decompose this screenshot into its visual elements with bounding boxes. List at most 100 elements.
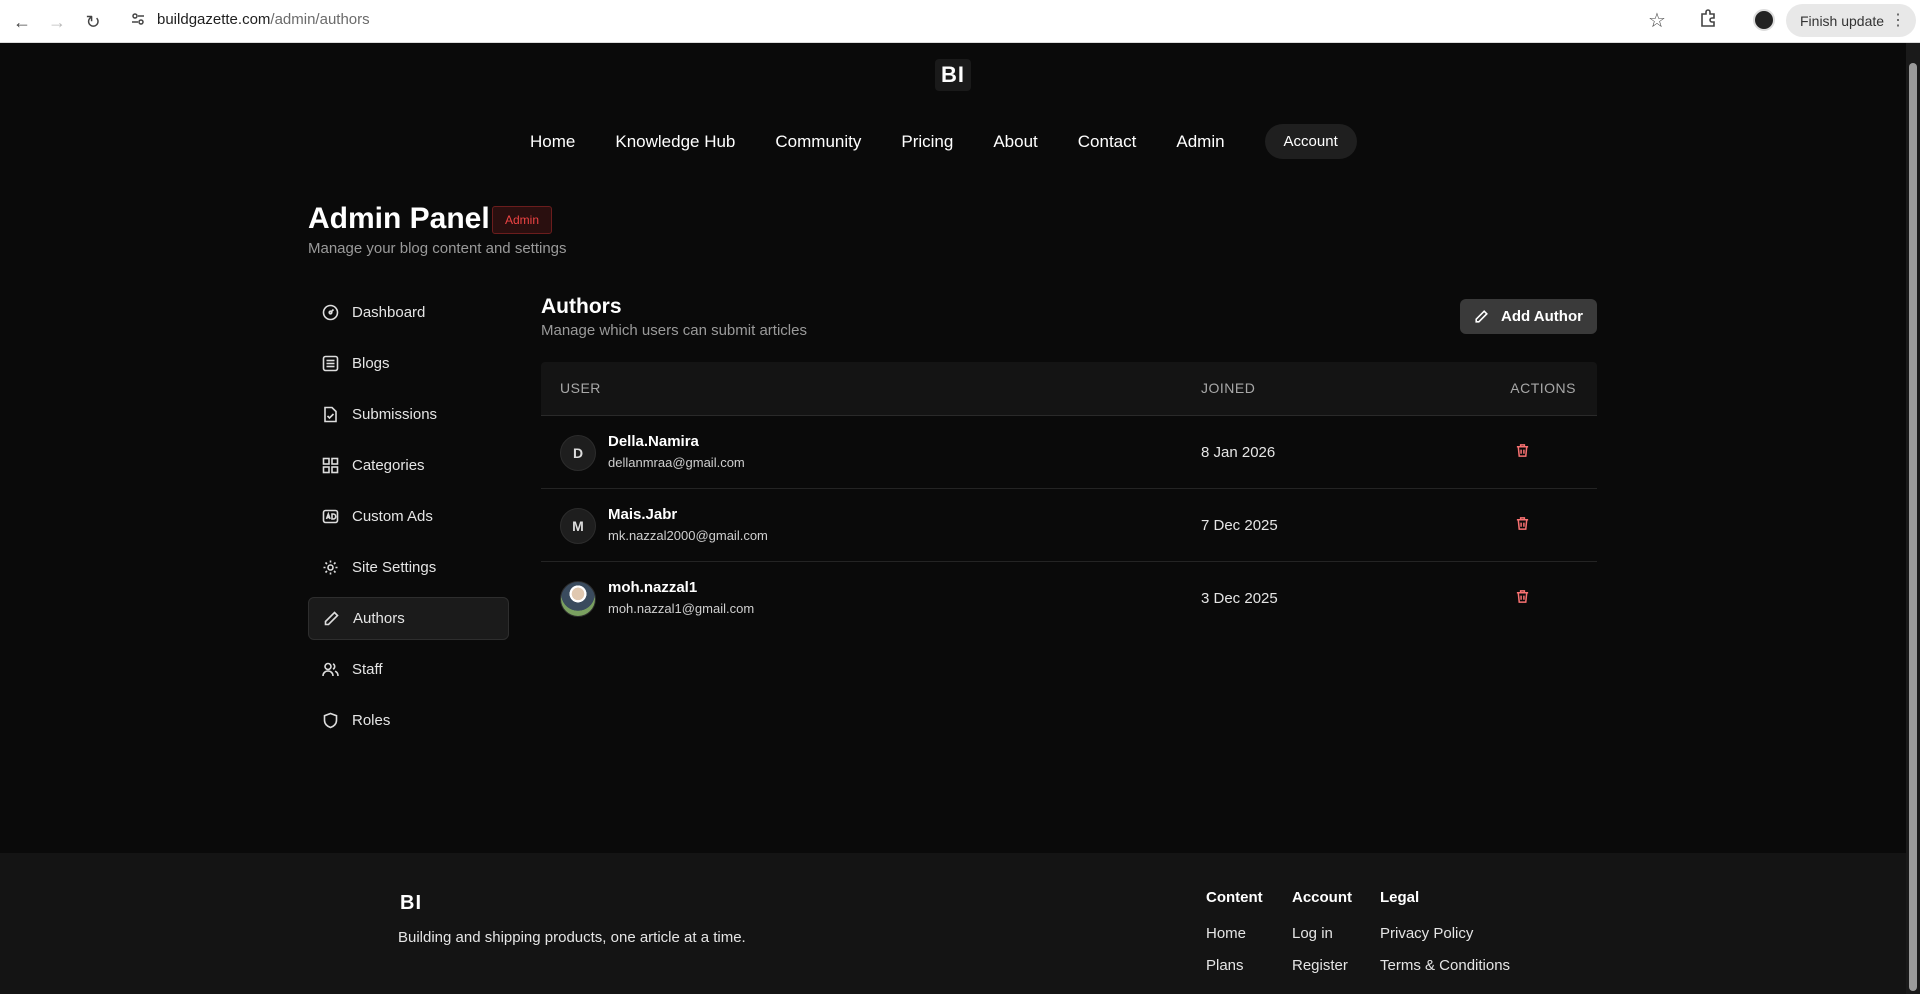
author-name: Mais.Jabr [608,506,678,523]
sidebar-item-categories[interactable]: Categories [308,444,509,487]
table-row: moh.nazzal1 moh.nazzal1@gmail.com 3 Dec … [541,562,1597,635]
sidebar-item-label: Submissions [352,406,438,423]
footer-link-home[interactable]: Home [1206,925,1263,942]
trash-icon [1515,589,1530,604]
footer-column-legal: Legal Privacy Policy Terms & Conditions [1380,889,1510,989]
bookmark-star-icon[interactable]: ☆ [1648,8,1666,33]
nav-admin[interactable]: Admin [1176,132,1224,152]
nav-home[interactable]: Home [530,132,575,152]
scrollbar-thumb[interactable] [1909,63,1917,991]
nav-pricing[interactable]: Pricing [901,132,953,152]
footer-column-account: Account Log in Register [1292,889,1352,989]
sidebar-item-label: Roles [352,712,391,729]
users-icon [322,661,339,678]
column-header-user: USER [560,380,601,396]
grid-icon [322,457,339,474]
author-joined-date: 7 Dec 2025 [1201,517,1278,534]
sidebar-item-label: Blogs [352,355,390,372]
author-email: moh.nazzal1@gmail.com [608,601,755,616]
pencil-icon [323,610,340,627]
delete-author-button[interactable] [1515,516,1530,531]
address-bar[interactable]: buildgazette.com/admin/authors [157,11,370,28]
footer-link-terms[interactable]: Terms & Conditions [1380,957,1510,974]
trash-icon [1515,516,1530,531]
footer-link-plans[interactable]: Plans [1206,957,1263,974]
nav-knowledge-hub[interactable]: Knowledge Hub [615,132,735,152]
reload-icon[interactable]: ↻ [80,9,106,35]
url-path: /admin/authors [270,11,370,28]
footer-link-register[interactable]: Register [1292,957,1352,974]
column-header-joined: JOINED [1201,380,1256,396]
footer-link-login[interactable]: Log in [1292,925,1352,942]
footer-logo[interactable]: BI [400,892,422,915]
author-name: Della.Namira [608,433,699,450]
site-logo[interactable]: BI [935,59,971,91]
avatar [560,581,596,617]
browser-toolbar: ← → ↻ buildgazette.com/admin/authors ☆ F… [0,0,1920,43]
site-footer: BI Building and shipping products, one a… [0,853,1906,994]
page-subtitle: Manage your blog content and settings [308,240,567,257]
sidebar-item-label: Staff [352,661,383,678]
authors-title: Authors [541,295,622,318]
nav-about[interactable]: About [993,132,1037,152]
sidebar-item-label: Dashboard [352,304,426,321]
footer-heading: Legal [1380,889,1420,906]
sidebar-item-roles[interactable]: Roles [308,699,509,742]
avatar: D [560,435,596,471]
ad-icon [322,508,339,525]
dashboard-icon [322,304,339,321]
sidebar-item-blogs[interactable]: Blogs [308,342,509,385]
page-title: Admin Panel [308,202,490,235]
nav-contact[interactable]: Contact [1078,132,1137,152]
sidebar-item-label: Site Settings [352,559,437,576]
footer-link-privacy[interactable]: Privacy Policy [1380,925,1510,942]
sidebar-item-authors[interactable]: Authors [308,597,509,640]
shield-icon [322,712,339,729]
back-icon[interactable]: ← [9,9,35,35]
trash-icon [1515,443,1530,458]
footer-tagline: Building and shipping products, one arti… [398,929,746,946]
role-badge: Admin [492,206,553,234]
admin-sidebar: Dashboard Blogs Submissions Categories C… [308,291,509,750]
sidebar-item-site-settings[interactable]: Site Settings [308,546,509,589]
sidebar-item-custom-ads[interactable]: Custom Ads [308,495,509,538]
sidebar-item-label: Authors [353,610,405,627]
footer-heading: Account [1292,889,1352,906]
nav-community[interactable]: Community [775,132,861,152]
table-header: USER JOINED ACTIONS [541,362,1597,416]
menu-dots-icon: ⋮ [1890,12,1906,29]
url-host: buildgazette.com [157,11,271,28]
author-name: moh.nazzal1 [608,579,698,596]
gear-icon [322,559,339,576]
delete-author-button[interactable] [1515,589,1530,604]
authors-table: USER JOINED ACTIONS D Della.Namira della… [541,362,1597,635]
pencil-icon [1474,309,1489,324]
add-author-label: Add Author [1501,308,1583,325]
sidebar-item-staff[interactable]: Staff [308,648,509,691]
sidebar-item-label: Custom Ads [352,508,433,525]
table-row: M Mais.Jabr mk.nazzal2000@gmail.com 7 De… [541,489,1597,562]
file-check-icon [322,406,339,423]
site-info-icon[interactable] [127,8,149,30]
sidebar-item-submissions[interactable]: Submissions [308,393,509,436]
extensions-icon[interactable] [1698,8,1718,33]
sidebar-item-dashboard[interactable]: Dashboard [308,291,509,334]
finish-update-button[interactable]: Finish update ⋮ [1786,4,1916,37]
delete-author-button[interactable] [1515,443,1530,458]
forward-icon[interactable]: → [44,9,70,35]
finish-update-label: Finish update [1800,12,1885,29]
author-email: mk.nazzal2000@gmail.com [608,528,768,543]
main-nav: Home Knowledge Hub Community Pricing Abo… [530,124,1357,159]
author-email: dellanmraa@gmail.com [608,455,745,470]
footer-heading: Content [1206,889,1263,906]
author-joined-date: 8 Jan 2026 [1201,444,1276,461]
page-scrollbar[interactable] [1906,43,1920,994]
table-row: D Della.Namira dellanmraa@gmail.com 8 Ja… [541,416,1597,489]
account-button[interactable]: Account [1264,124,1357,159]
authors-subtitle: Manage which users can submit articles [541,322,807,339]
column-header-actions: ACTIONS [1510,380,1576,396]
sidebar-item-label: Categories [352,457,425,474]
footer-column-content: Content Home Plans [1206,889,1263,989]
profile-avatar[interactable] [1753,9,1775,31]
add-author-button[interactable]: Add Author [1460,299,1597,334]
